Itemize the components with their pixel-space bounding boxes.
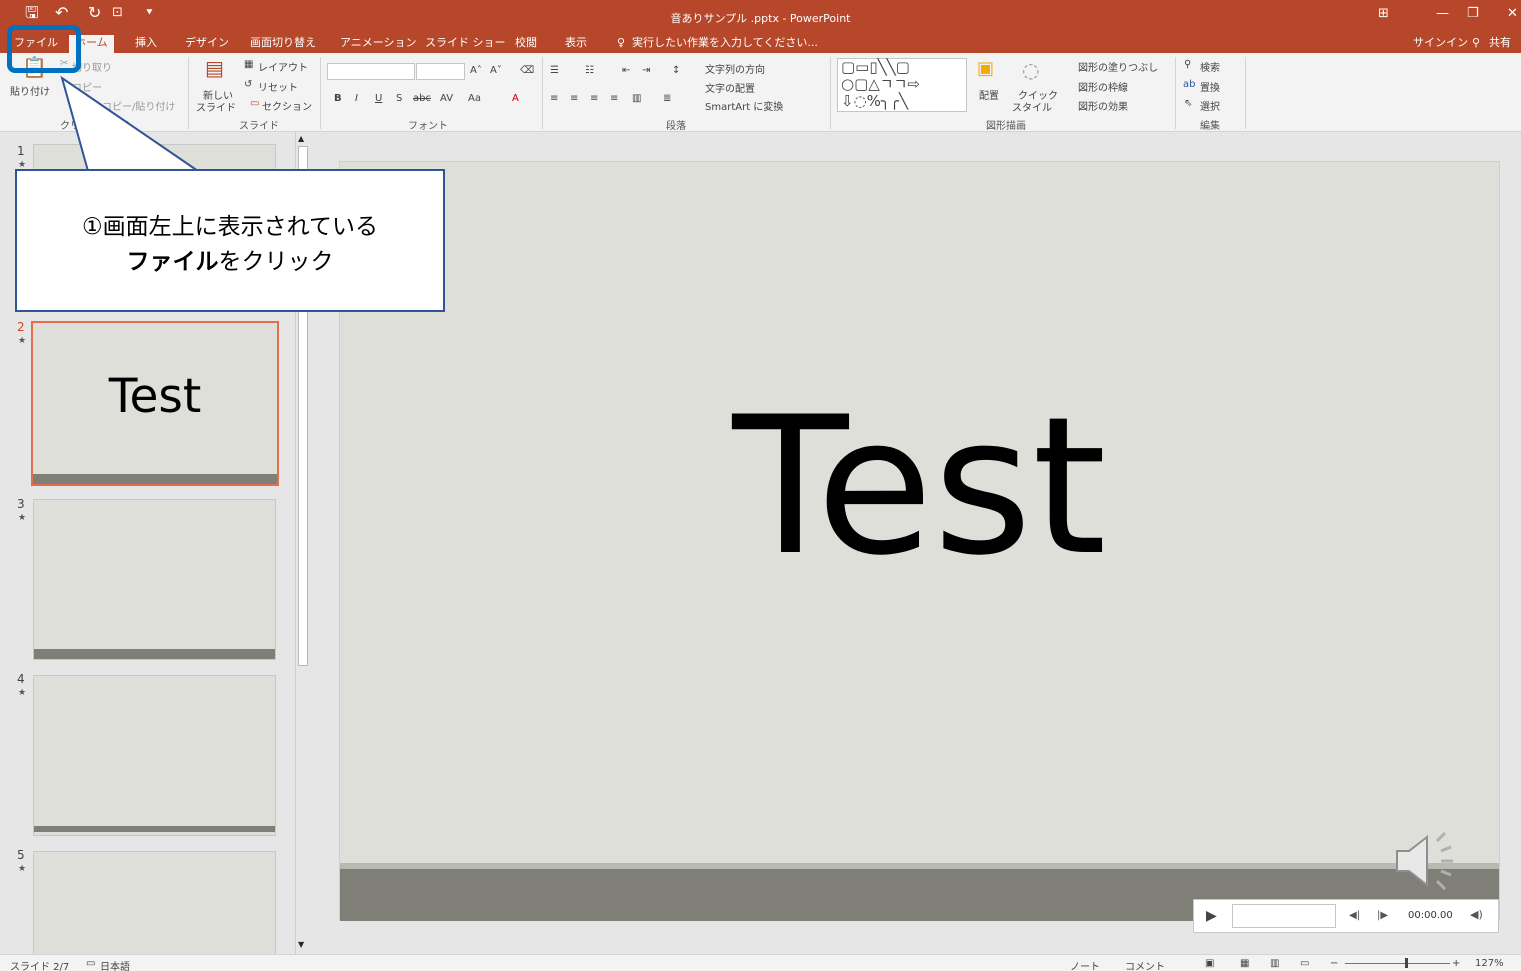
replace-icon: ab [1183, 79, 1196, 90]
animation-star-icon: ★ [18, 688, 27, 698]
shape-effects-button[interactable]: 図形の効果 [1078, 98, 1128, 113]
divider [1245, 57, 1246, 129]
close-icon[interactable]: ✕ [1507, 6, 1518, 21]
slide-number: 3 [17, 497, 25, 511]
spellcheck-icon[interactable]: ▭ [86, 958, 95, 969]
zoom-slider[interactable] [1345, 963, 1450, 964]
file-tab-highlight [7, 25, 81, 73]
slide-title-text[interactable]: Test [340, 372, 1499, 602]
replace-button[interactable]: 置換 [1200, 79, 1220, 94]
tab-view[interactable]: 表示 [565, 35, 587, 53]
columns-icon[interactable]: ▥ [632, 93, 641, 104]
slide-thumbnail-2[interactable]: Test [31, 321, 279, 486]
slide-thumbnail-3[interactable] [33, 499, 276, 660]
notes-button[interactable]: ノート [1070, 958, 1100, 971]
cursor-icon: ⇖ [1184, 98, 1193, 109]
zoom-slider-thumb[interactable] [1405, 958, 1408, 968]
animation-star-icon: ★ [18, 336, 27, 346]
align-text-button[interactable]: 文字の配置 [705, 80, 755, 95]
search-icon: ⚲ [1184, 59, 1192, 70]
font-color-icon[interactable]: A [512, 93, 519, 104]
share-button[interactable]: 共有 [1489, 35, 1511, 53]
decrease-indent-icon[interactable]: ⇤ [622, 65, 630, 76]
smartart-button[interactable]: SmartArt に変換 [705, 98, 783, 113]
change-case-button[interactable]: Aa [468, 93, 481, 104]
line-spacing-icon[interactable]: ↕ [672, 65, 680, 76]
text-align-icon[interactable]: ≣ [663, 93, 671, 104]
zoom-in-icon[interactable]: + [1452, 958, 1460, 969]
numbering-icon[interactable]: ☷ [585, 65, 594, 76]
align-right-icon[interactable]: ≡ [590, 93, 598, 104]
person-icon: ⚲ [1472, 36, 1481, 49]
shape-outline-button[interactable]: 図形の枠線 [1078, 79, 1128, 94]
skip-forward-icon[interactable]: |▶ [1377, 910, 1388, 921]
thumbnail-text: Test [108, 369, 202, 424]
zoom-out-icon[interactable]: − [1330, 958, 1338, 969]
slide-canvas[interactable]: Test [339, 161, 1500, 921]
shape-fill-button[interactable]: 図形の塗りつぶし [1078, 59, 1158, 74]
divider [1175, 57, 1176, 129]
bullets-icon[interactable]: ☰ [550, 65, 559, 76]
signin-link[interactable]: サインイン [1413, 35, 1468, 53]
minimize-icon[interactable]: — [1436, 6, 1449, 21]
normal-view-icon[interactable]: ▣ [1205, 958, 1214, 969]
animation-star-icon: ★ [18, 864, 27, 874]
language-indicator[interactable]: 日本語 [100, 958, 130, 971]
slide-indicator: スライド 2/7 [10, 962, 70, 971]
increase-indent-icon[interactable]: ⇥ [642, 65, 650, 76]
restore-icon[interactable]: ❐ [1467, 6, 1479, 21]
shapes-gallery[interactable]: ▢▭▯╲╲▢ ○▢△ㄱㄱ⇨ ⇩◌%╮╭╲ [837, 58, 967, 112]
scroll-down-icon[interactable]: ▼ [298, 940, 304, 949]
audio-progress-bar[interactable] [1232, 904, 1336, 928]
arrange-icon: ▣ [977, 58, 995, 79]
audio-time: 00:00.00 [1408, 910, 1453, 921]
quick-styles-label-2[interactable]: スタイル [1012, 99, 1052, 114]
ribbon-display-icon[interactable]: ⊞ [1378, 6, 1389, 21]
align-center-icon[interactable]: ≡ [570, 93, 578, 104]
reading-view-icon[interactable]: ▥ [1270, 958, 1279, 969]
justify-icon[interactable]: ≡ [610, 93, 618, 104]
find-button[interactable]: 検索 [1200, 59, 1220, 74]
zoom-level[interactable]: 127% [1475, 958, 1504, 969]
slide-number: 2 [17, 320, 25, 334]
audio-player: ▶ ◀| |▶ 00:00.00 ◀) [1193, 899, 1499, 933]
comments-button[interactable]: コメント [1125, 958, 1165, 971]
slideshow-icon[interactable]: ▭ [1300, 958, 1309, 969]
callout-line-2: ファイルをクリック [17, 242, 443, 276]
group-drawing: 図形描画 [986, 121, 1026, 132]
animation-star-icon: ★ [18, 513, 27, 523]
status-bar: スライド 2/7 ▭ 日本語 ノート コメント ▣ ▦ ▥ ▭ − + 127% [0, 954, 1521, 971]
text-direction-button[interactable]: 文字列の方向 [705, 61, 765, 76]
group-paragraph: 段落 [666, 121, 686, 132]
tell-me-box[interactable]: 実行したい作業を入力してください... [632, 35, 818, 53]
slide-number: 4 [17, 672, 25, 686]
arrange-button[interactable]: 配置 [979, 87, 999, 102]
grow-font-icon[interactable]: A˄ [470, 65, 482, 76]
instruction-callout: ①画面左上に表示されている ファイルをクリック [15, 169, 445, 312]
shrink-font-icon[interactable]: A˅ [490, 65, 502, 76]
slide-sorter-icon[interactable]: ▦ [1240, 958, 1249, 969]
group-editing: 編集 [1200, 121, 1220, 132]
align-left-icon[interactable]: ≡ [550, 93, 558, 104]
callout-line-1: ①画面左上に表示されている [82, 214, 378, 240]
skip-back-icon[interactable]: ◀| [1349, 910, 1360, 921]
speaker-icon[interactable] [1393, 829, 1463, 893]
quick-styles-icon: ◌ [1022, 58, 1040, 82]
callout-line-2-rest: をクリック [218, 249, 334, 275]
clear-format-icon[interactable]: ⌫ [520, 65, 534, 76]
select-button[interactable]: 選択 [1200, 98, 1220, 113]
volume-icon[interactable]: ◀) [1470, 908, 1483, 921]
slide-thumbnail-4[interactable] [33, 675, 276, 836]
slide-thumbnail-5[interactable] [33, 851, 276, 961]
lightbulb-icon: ♀ [617, 36, 626, 49]
divider [830, 57, 831, 129]
callout-bold-word: ファイル [126, 249, 219, 275]
divider [542, 57, 543, 129]
play-icon[interactable]: ▶ [1206, 908, 1217, 924]
tab-review[interactable]: 校閲 [515, 35, 537, 53]
slide-number: 5 [17, 848, 25, 862]
